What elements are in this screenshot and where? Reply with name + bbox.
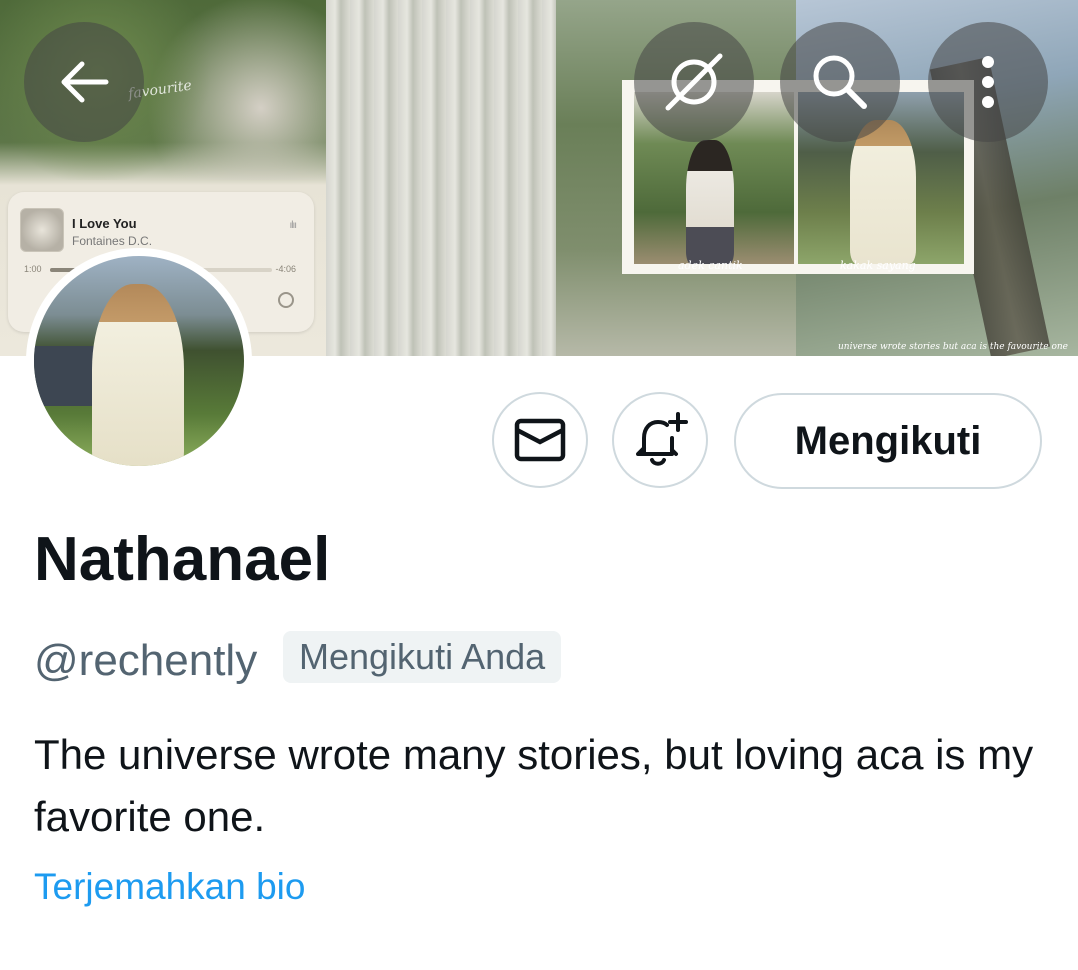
time-elapsed: 1:00 bbox=[24, 264, 42, 274]
message-button[interactable] bbox=[492, 392, 588, 488]
collage-caption-1: adek cantik bbox=[678, 259, 743, 272]
collage-person-1 bbox=[686, 140, 734, 264]
collage-caption-2: kakak sayang bbox=[840, 259, 916, 272]
notify-button[interactable] bbox=[612, 392, 708, 488]
grok-icon bbox=[665, 53, 723, 111]
profile-bio: The universe wrote many stories, but lov… bbox=[34, 731, 1034, 840]
arrow-left-icon bbox=[61, 61, 109, 103]
search-button[interactable] bbox=[780, 22, 900, 142]
search-icon bbox=[813, 55, 867, 109]
waveform-icon: ılıı bbox=[289, 220, 297, 231]
follows-you-badge: Mengikuti Anda bbox=[283, 631, 562, 683]
profile-name: Nathanael bbox=[34, 525, 331, 594]
envelope-icon bbox=[514, 418, 566, 462]
grok-button[interactable] bbox=[634, 22, 754, 142]
avatar-person bbox=[92, 284, 184, 466]
song-artist: Fontaines D.C. bbox=[72, 234, 153, 248]
song-title: I Love You bbox=[72, 216, 137, 231]
banner-curtain bbox=[326, 0, 556, 356]
bell-plus-icon bbox=[636, 412, 688, 466]
avatar-photo bbox=[34, 256, 244, 466]
collage-person-2 bbox=[850, 120, 916, 264]
translate-bio-link[interactable]: Terjemahkan bio bbox=[34, 866, 305, 908]
back-button[interactable] bbox=[24, 22, 144, 142]
banner-quote: universe wrote stories but aca is the fa… bbox=[837, 342, 1068, 352]
avatar[interactable] bbox=[26, 248, 252, 474]
album-art bbox=[20, 208, 64, 252]
airplay-icon bbox=[278, 292, 294, 308]
profile-handle: @rechently bbox=[34, 636, 258, 685]
more-button[interactable] bbox=[928, 22, 1048, 142]
more-vertical-icon bbox=[982, 56, 994, 108]
following-button[interactable]: Mengikuti bbox=[734, 393, 1042, 489]
time-remaining: -4:06 bbox=[275, 264, 296, 274]
